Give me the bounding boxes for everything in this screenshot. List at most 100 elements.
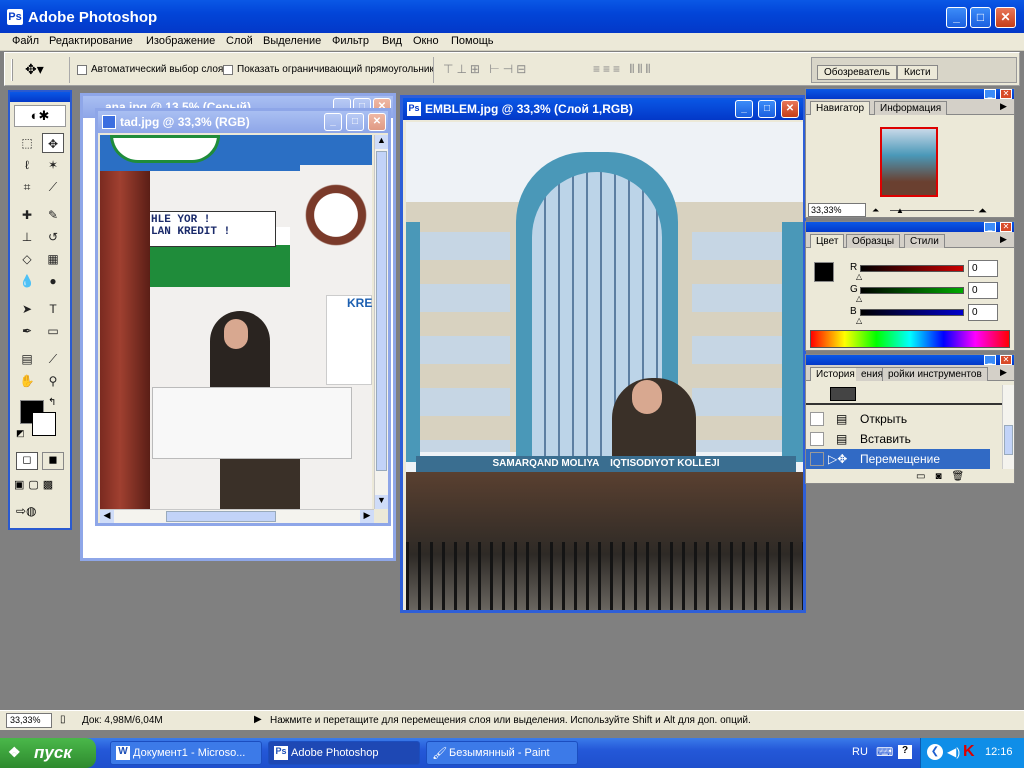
channel-b-slider[interactable] <box>860 309 964 316</box>
align-buttons-icon[interactable]: ⊤⊥⊞ ⊢⊣⊟ <box>443 62 529 76</box>
menu-view[interactable]: Вид <box>382 35 402 47</box>
panel-menu-arrow-icon[interactable]: ▶ <box>1000 367 1007 378</box>
type-tool-icon[interactable]: T <box>42 299 64 319</box>
gradient-tool-icon[interactable]: ▦ <box>42 249 64 269</box>
eraser-tool-icon[interactable]: ◇ <box>16 249 38 269</box>
keyboard-icon[interactable]: ⌨ <box>876 745 893 759</box>
move-tool-icon[interactable]: ✥ <box>42 133 64 153</box>
navigator-zoom-input[interactable]: 33,33% <box>808 203 866 217</box>
channel-g-input[interactable]: 0 <box>968 282 998 299</box>
document-window-tad[interactable]: tad.jpg @ 33,3% (RGB) _ □ ✕ HLE YOR ! LA… <box>95 108 391 526</box>
maximize-button[interactable]: □ <box>970 7 991 28</box>
status-zoom-input[interactable]: 33,33% <box>6 713 52 728</box>
tab-color[interactable]: Цвет <box>810 234 845 248</box>
minimize-button[interactable]: _ <box>946 7 967 28</box>
doc-maximize-button[interactable]: □ <box>758 100 776 118</box>
history-brush-source[interactable] <box>810 452 824 466</box>
channel-r-slider[interactable] <box>860 265 964 272</box>
channel-b-input[interactable]: 0 <box>968 304 998 321</box>
tray-show-hidden-icon[interactable]: ❮ <box>927 744 943 760</box>
panel-close-button[interactable]: ✕ <box>1000 355 1012 365</box>
panel-minimize-button[interactable]: _ <box>984 222 996 232</box>
notes-tool-icon[interactable]: ▤ <box>16 349 38 369</box>
volume-icon[interactable]: ◀) <box>947 745 960 759</box>
menu-image[interactable]: Изображение <box>146 35 215 47</box>
channel-r-input[interactable]: 0 <box>968 260 998 277</box>
distribute-buttons-icon[interactable]: ≡≡≡ ⫴⫴⫴ <box>593 62 653 77</box>
document-canvas[interactable]: HLE YOR ! LAN KREDIT ! KRE <box>100 135 372 509</box>
taskbar-button-paint[interactable]: 🖌 Безымянный - Paint <box>426 741 578 765</box>
navigator-thumbnail[interactable] <box>880 127 938 197</box>
taskbar-button-photoshop[interactable]: Ps Adobe Photoshop <box>268 741 420 765</box>
panel-title-bar[interactable] <box>806 355 1014 365</box>
marquee-tool-icon[interactable]: ⬚ <box>16 133 38 153</box>
history-item[interactable]: ▤ Вставить <box>806 429 990 449</box>
dodge-tool-icon[interactable]: ● <box>42 271 64 291</box>
zoom-slider-thumb[interactable]: ▲ <box>896 206 904 215</box>
document-canvas[interactable]: SAMARQAND MOLIYA IQTISODIYOT KOLLEJI <box>406 122 803 610</box>
channel-b-thumb[interactable]: △ <box>856 316 862 325</box>
pen-tool-icon[interactable]: ✒ <box>16 321 38 341</box>
scroll-right-button[interactable]: ▶ <box>360 510 374 523</box>
history-snapshot-row[interactable] <box>806 385 1002 405</box>
doc-maximize-button[interactable]: □ <box>346 113 364 131</box>
panel-close-button[interactable]: ✕ <box>1000 89 1012 99</box>
zoom-tool-icon[interactable]: ⚲ <box>42 371 64 391</box>
antivirus-icon[interactable]: K <box>963 743 975 761</box>
status-menu-arrow-icon[interactable]: ▶ <box>254 714 262 725</box>
zoom-in-icon[interactable]: ⏶ <box>978 205 987 218</box>
menu-filter[interactable]: Фильтр <box>332 35 369 47</box>
close-button[interactable]: ✕ <box>995 7 1016 28</box>
history-brush-source[interactable] <box>810 412 824 426</box>
adobe-online-icon[interactable]: ◐✱ <box>14 105 66 127</box>
color-spectrum-ramp[interactable] <box>810 330 1010 348</box>
scroll-thumb[interactable] <box>1004 425 1013 455</box>
brush-tool-icon[interactable]: ✎ <box>42 205 64 225</box>
language-indicator[interactable]: RU <box>852 746 868 758</box>
panel-title-bar[interactable] <box>806 89 1014 99</box>
clone-stamp-tool-icon[interactable]: ⊥ <box>16 227 38 247</box>
channel-r-thumb[interactable]: △ <box>856 272 862 281</box>
shape-tool-icon[interactable]: ▭ <box>42 321 64 341</box>
doc-close-button[interactable]: ✕ <box>368 113 386 131</box>
path-selection-tool-icon[interactable]: ➤ <box>16 299 38 319</box>
scroll-up-button[interactable]: ▲ <box>375 135 388 149</box>
history-brush-tool-icon[interactable]: ↺ <box>42 227 64 247</box>
panel-close-button[interactable]: ✕ <box>1000 222 1012 232</box>
quick-mask-mode-icon[interactable]: ◼ <box>42 452 64 470</box>
eyedropper-tool-icon[interactable]: ⟋ <box>42 349 64 369</box>
healing-brush-tool-icon[interactable]: ✚ <box>16 205 38 225</box>
taskbar-button-word[interactable]: W Документ1 - Microso... <box>110 741 262 765</box>
tab-navigator[interactable]: Навигатор <box>810 101 871 115</box>
panel-minimize-button[interactable]: _ <box>984 89 996 99</box>
menu-layer[interactable]: Слой <box>226 35 253 47</box>
history-scrollbar[interactable] <box>1002 385 1014 469</box>
menu-edit[interactable]: Редактирование <box>49 35 133 47</box>
history-brush-source[interactable] <box>810 432 824 446</box>
well-tab-browser[interactable]: Обозреватель <box>817 65 897 80</box>
start-button[interactable]: ❖ пуск <box>0 738 96 768</box>
magic-wand-tool-icon[interactable]: ✶ <box>42 155 64 175</box>
doc-close-button[interactable]: ✕ <box>781 100 799 118</box>
tab-tool-presets[interactable]: ройки инструментов <box>882 367 988 381</box>
help-icon[interactable]: ? <box>898 745 912 759</box>
lasso-tool-icon[interactable]: ℓ <box>16 155 38 175</box>
screen-mode-icons[interactable]: ▣▢▩ <box>14 478 66 496</box>
tab-info[interactable]: Информация <box>874 101 948 115</box>
tab-styles[interactable]: Стили <box>904 234 945 248</box>
document-title-bar[interactable]: Ps EMBLEM.jpg @ 33,3% (Слой 1,RGB) _ □ ✕ <box>403 98 803 120</box>
show-bounds-checkbox[interactable] <box>223 65 233 75</box>
panel-menu-arrow-icon[interactable]: ▶ <box>1000 234 1007 245</box>
menu-help[interactable]: Помощь <box>451 35 494 47</box>
document-window-emblem[interactable]: Ps EMBLEM.jpg @ 33,3% (Слой 1,RGB) _ □ ✕… <box>400 95 806 613</box>
history-item-selected[interactable]: ▷✥ Перемещение <box>806 449 990 469</box>
blur-tool-icon[interactable]: 💧 <box>16 271 38 291</box>
doc-minimize-button[interactable]: _ <box>324 113 342 131</box>
tab-swatches[interactable]: Образцы <box>846 234 901 248</box>
menu-select[interactable]: Выделение <box>263 35 321 47</box>
document-info-icon[interactable]: ▯ <box>60 714 66 725</box>
scroll-thumb[interactable] <box>376 151 387 471</box>
scroll-down-button[interactable]: ▼ <box>375 495 388 509</box>
panel-minimize-button[interactable]: _ <box>984 355 996 365</box>
history-footer-icons[interactable]: ▭◙🗑 <box>916 471 974 482</box>
